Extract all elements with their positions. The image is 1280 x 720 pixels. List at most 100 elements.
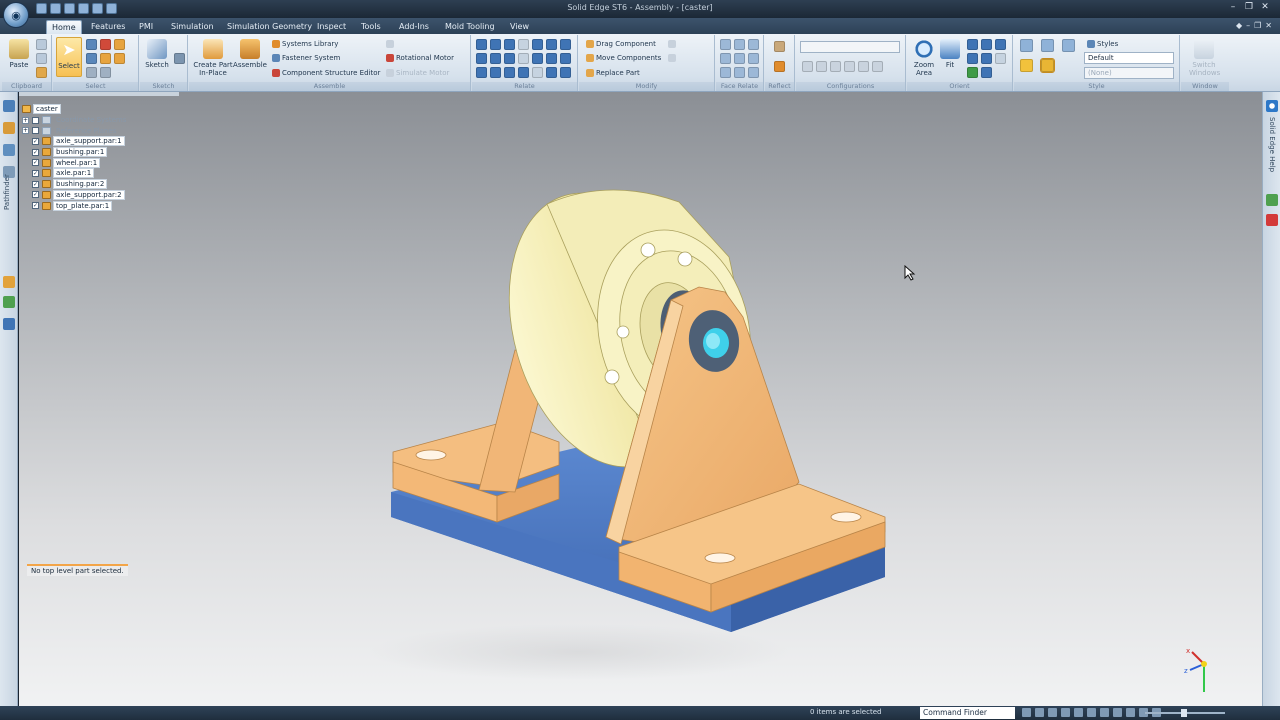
tab-home[interactable]: Home: [46, 20, 82, 34]
tree-item-label[interactable]: axle_support.par:1: [53, 136, 125, 147]
named-views-icon[interactable]: [1100, 708, 1109, 717]
visibility-checkbox[interactable]: ✓: [32, 148, 39, 156]
print-icon[interactable]: [106, 3, 117, 14]
style-select[interactable]: Default: [1084, 52, 1174, 64]
tree-item[interactable]: ✓ axle.par:1: [22, 168, 129, 179]
cam-icon[interactable]: [490, 53, 501, 64]
redo-icon[interactable]: [92, 3, 103, 14]
layers-tab-icon[interactable]: [3, 144, 15, 156]
select-body-icon[interactable]: [100, 67, 111, 78]
pan-status-icon[interactable]: [1061, 708, 1070, 717]
insert-icon[interactable]: [532, 39, 543, 50]
tab-tools[interactable]: Tools: [356, 20, 386, 34]
pan-icon[interactable]: [995, 39, 1006, 50]
relationship-icon[interactable]: [546, 67, 557, 78]
styles-button[interactable]: Styles: [1086, 38, 1118, 50]
tree-item-label[interactable]: wheel.par:1: [53, 157, 101, 168]
tree-item[interactable]: ✓ wheel.par:1: [22, 157, 129, 168]
pathfinder-tab-label[interactable]: Pathfinder: [3, 174, 11, 210]
visible-edges-icon[interactable]: [1041, 39, 1054, 52]
tree-item[interactable]: ✓ top_plate.par:1: [22, 200, 129, 211]
visibility-checkbox[interactable]: ✓: [32, 191, 39, 199]
tree-item[interactable]: ✓ axle_support.par:2: [22, 189, 129, 201]
tree-item-label[interactable]: axle_support.par:2: [53, 189, 125, 200]
sketch-view-icon[interactable]: [1113, 708, 1122, 717]
coplanar-icon[interactable]: [720, 39, 731, 50]
mate-icon[interactable]: [476, 39, 487, 50]
connect-icon[interactable]: [546, 39, 557, 50]
restore-doc-icon[interactable]: ❐: [1254, 21, 1261, 30]
open-icon[interactable]: [50, 3, 61, 14]
visibility-checkbox[interactable]: ✓: [32, 180, 39, 188]
solid-edge-help-label[interactable]: Solid Edge Help: [1268, 117, 1276, 172]
select-filter-icon[interactable]: [86, 53, 97, 64]
refresh-icon[interactable]: [967, 67, 978, 78]
zoom-out-icon[interactable]: [981, 39, 992, 50]
switch-windows-button[interactable]: Switch Windows: [1189, 37, 1220, 77]
tree-item-label[interactable]: Reference Planes: [53, 126, 119, 136]
select-edge-icon[interactable]: [86, 67, 97, 78]
community-tab-icon[interactable]: [1266, 194, 1278, 206]
match-cs-icon[interactable]: [546, 53, 557, 64]
application-button[interactable]: ◉: [3, 2, 29, 28]
sketch-tool-icon[interactable]: [174, 53, 185, 64]
graphics-window[interactable]: caster + Coordinate Systems + Reference Pla…: [19, 92, 1262, 706]
face-style-select[interactable]: (None): [1084, 67, 1174, 79]
flip-icon[interactable]: [518, 67, 529, 78]
select-priority-icon[interactable]: [114, 39, 125, 50]
video-tab-icon[interactable]: [1266, 214, 1278, 226]
expand-icon[interactable]: +: [22, 116, 29, 124]
drag-component-button[interactable]: Drag Component: [585, 38, 656, 50]
fit-status-icon[interactable]: [1048, 708, 1057, 717]
tangent-face-icon[interactable]: [720, 67, 731, 78]
wireframe-icon[interactable]: [1020, 39, 1033, 52]
restore-icon[interactable]: ❐: [1242, 2, 1256, 13]
zoom-in-icon[interactable]: [967, 39, 978, 50]
undo-icon[interactable]: [78, 3, 89, 14]
center-plane-icon[interactable]: [560, 53, 571, 64]
pattern-icon[interactable]: [774, 61, 785, 72]
show-relationships-icon[interactable]: [560, 67, 571, 78]
equal-radius-icon[interactable]: [734, 67, 745, 78]
select-button[interactable]: ➤ Select: [56, 37, 82, 77]
tangent-icon[interactable]: [476, 53, 487, 64]
replace-part-button[interactable]: Replace Part: [585, 67, 640, 79]
tree-item[interactable]: ✓ axle_support.par:1: [22, 136, 129, 147]
select-face-icon[interactable]: [114, 53, 125, 64]
planar-align-icon[interactable]: [490, 39, 501, 50]
axial-align-icon[interactable]: [504, 39, 515, 50]
rotational-motor-button[interactable]: Rotational Motor: [385, 52, 454, 64]
close-doc-icon[interactable]: ✕: [1265, 21, 1272, 30]
visibility-checkbox[interactable]: ✓: [32, 202, 39, 210]
fastener-system-button[interactable]: Fastener System: [271, 52, 340, 64]
shaded-icon[interactable]: [1020, 59, 1033, 72]
tree-item-label[interactable]: bushing.par:1: [53, 147, 108, 158]
select-crossing-icon[interactable]: [100, 39, 111, 50]
close-icon[interactable]: ✕: [1258, 2, 1272, 13]
copy-icon[interactable]: [36, 53, 47, 64]
tree-root-label[interactable]: caster: [33, 104, 61, 115]
expand-icon[interactable]: +: [22, 127, 29, 135]
pathfinder-tab-icon[interactable]: [3, 100, 15, 112]
save-icon[interactable]: [36, 3, 47, 14]
tree-item[interactable]: ✓ bushing.par:1: [22, 147, 129, 158]
create-part-in-place-button[interactable]: Create Part In-Place: [193, 37, 233, 77]
visibility-checkbox[interactable]: ✓: [32, 169, 39, 177]
tree-item[interactable]: + Reference Planes: [22, 125, 129, 136]
tree-item-label[interactable]: top_plate.par:1: [53, 200, 113, 211]
coaxial-icon[interactable]: [734, 39, 745, 50]
help-tab-icon[interactable]: [1266, 100, 1278, 112]
rigid-icon[interactable]: [748, 67, 759, 78]
help-icon[interactable]: ◆: [1236, 21, 1242, 30]
tab-pmi[interactable]: PMI: [134, 20, 158, 34]
zoom-area-status-icon[interactable]: [1022, 708, 1031, 717]
visibility-checkbox[interactable]: ✓: [32, 137, 39, 145]
shaded-visible-edges-icon[interactable]: [1040, 58, 1055, 73]
zoom-status-icon[interactable]: [1035, 708, 1044, 717]
tree-item[interactable]: + Coordinate Systems: [22, 115, 129, 126]
tab-view[interactable]: View: [505, 20, 534, 34]
visibility-checkbox[interactable]: ✓: [32, 159, 39, 167]
fit-button[interactable]: Fit: [937, 37, 963, 77]
tab-mold-tooling[interactable]: Mold Tooling: [440, 20, 500, 34]
cut-icon[interactable]: [36, 39, 47, 50]
